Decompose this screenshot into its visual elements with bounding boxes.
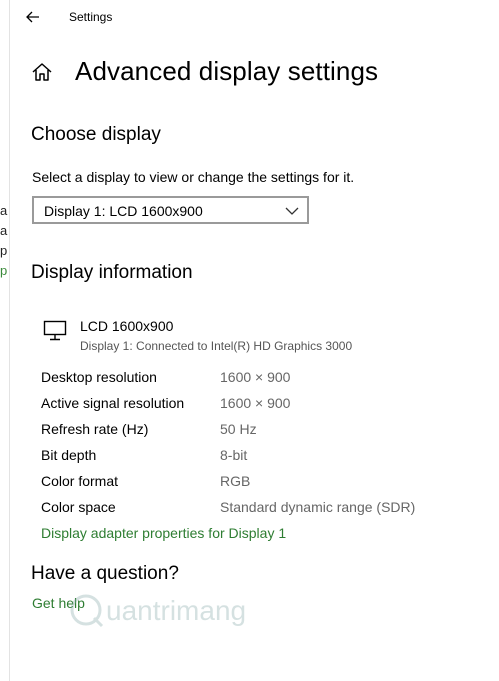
page-title: Advanced display settings [75,56,379,86]
background-text-fragment: a [0,223,8,238]
background-text-fragment: a [0,203,8,218]
info-row-label: Color space [41,499,116,515]
info-row-label: Bit depth [41,447,97,463]
monitor-icon [43,320,69,342]
info-row-value: RGB [220,473,251,489]
back-button[interactable] [18,4,48,30]
info-row-label: Desktop resolution [41,369,157,385]
display-select-dropdown[interactable]: Display 1: LCD 1600x900 [32,196,309,224]
home-button[interactable] [30,60,54,84]
info-row-label: Active signal resolution [41,395,185,411]
monitor-name: LCD 1600x900 [80,318,174,334]
info-row-value: 1600 × 900 [220,395,291,411]
info-row-label: Color format [41,473,119,489]
watermark-text: uantrimang [106,595,246,626]
display-adapter-properties-link[interactable]: Display adapter properties for Display 1 [41,525,286,541]
watermark-logo: uantrimang [66,588,286,632]
info-row-value: 50 Hz [220,421,257,437]
choose-display-heading: Choose display [31,124,161,145]
display-select-value: Display 1: LCD 1600x900 [44,203,203,219]
chevron-down-icon [285,207,299,215]
have-a-question-heading: Have a question? [31,563,179,584]
info-row-value: Standard dynamic range (SDR) [220,499,416,515]
home-icon [32,63,52,81]
info-row-value: 1600 × 900 [220,369,291,385]
background-text-fragment: p [0,263,8,278]
window-edge-divider [9,0,10,681]
display-information-heading: Display information [31,262,193,283]
arrow-left-icon [26,11,39,23]
background-window-strip [0,0,9,681]
app-title: Settings [69,10,113,24]
choose-display-description: Select a display to view or change the s… [32,169,355,185]
monitor-subtitle: Display 1: Connected to Intel(R) HD Grap… [80,339,353,353]
info-row-label: Refresh rate (Hz) [41,421,149,437]
info-row-value: 8-bit [220,447,248,463]
background-text-fragment: p [0,243,8,258]
